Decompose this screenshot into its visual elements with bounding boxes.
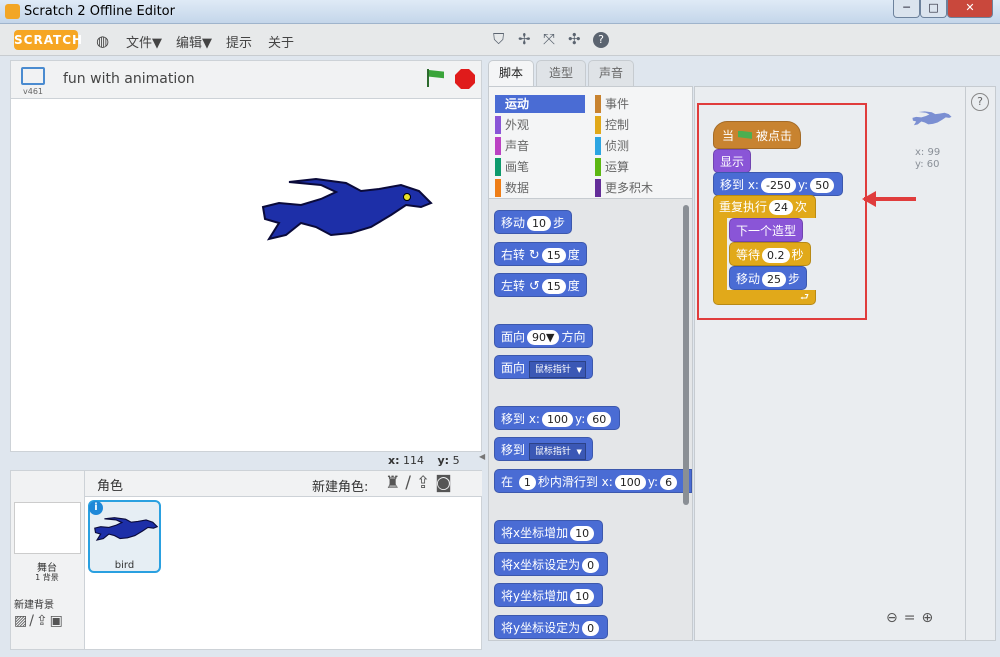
sprite-thumbnail-bird[interactable]: i bird [88, 500, 161, 573]
palette-point-direction-block[interactable]: 面向 90▼ 方向 [494, 324, 593, 348]
coord-x-value: 114 [403, 454, 424, 467]
fullscreen-icon[interactable] [21, 67, 45, 85]
menu-bar: SCRATCH ◍ 文件▼ 编辑▼ 提示 关于 ⛉ ✢ ⤧ ✣ ? [0, 24, 1000, 56]
rotate-right-icon: ↻ [528, 248, 540, 263]
sprite-y-readout: y: 60 [915, 159, 940, 170]
tab-costumes[interactable]: 造型 [536, 60, 586, 86]
sprite-preview-icon [912, 111, 952, 126]
palette-move-block[interactable]: 移动 10 步 [494, 210, 573, 234]
grow-icon[interactable]: ⤧ [543, 30, 555, 48]
repeat-block[interactable]: 重复执行 24 次 [713, 195, 813, 219]
category-list: 运动 外观 声音 画笔 数据 事件 控制 侦测 运算 更多积木 [489, 87, 692, 199]
info-icon[interactable]: i [89, 501, 103, 515]
palette-set-x-block[interactable]: 将x坐标设定为 0 [494, 552, 609, 576]
sprite-x-readout: x: 99 [915, 147, 941, 158]
zoom-in-icon[interactable]: ⊕ [921, 610, 939, 626]
stop-icon[interactable] [455, 69, 475, 89]
green-flag-icon [738, 130, 753, 139]
when-flag-clicked-block[interactable]: 当被点击 [713, 121, 802, 149]
category-control[interactable]: 控制 [595, 116, 687, 134]
menu-about[interactable]: 关于 [268, 32, 294, 51]
sprites-title: 角色 [97, 479, 124, 494]
stage-column: 舞台 1 背景 新建背景 ▨/⇪▣ [11, 471, 85, 649]
shrink-icon[interactable]: ✣ [568, 30, 581, 48]
project-title[interactable]: fun with animation [63, 71, 195, 87]
stage-canvas[interactable] [10, 98, 482, 452]
new-sprite-label: 新建角色: [312, 480, 369, 495]
close-button[interactable]: ✕ [947, 0, 993, 18]
new-backdrop-label: 新建背景 [14, 600, 54, 611]
palette-glide-block[interactable]: 在 1 秒内滑行到 x: 100 y: 6 [494, 469, 692, 493]
backdrop-tools-icon[interactable]: ▨/⇪▣ [14, 613, 65, 629]
minimize-button[interactable]: ─ [893, 0, 920, 18]
coord-y-value: 5 [452, 454, 460, 467]
category-events[interactable]: 事件 [595, 95, 687, 113]
category-col-right: 事件 控制 侦测 运算 更多积木 [595, 95, 687, 197]
category-sensing[interactable]: 侦测 [595, 137, 687, 155]
sprite-name: bird [114, 560, 135, 571]
new-sprite-tools-icon[interactable]: ♜/⇪◙ [385, 473, 457, 493]
coord-y-label: y: [437, 454, 450, 467]
version-label: v461 [23, 87, 44, 96]
coord-x-label: x: [388, 454, 400, 467]
move-steps-block[interactable]: 移动 25 步 [729, 266, 808, 290]
highlight-arrowhead-icon [862, 191, 876, 207]
help-icon[interactable]: ? [971, 93, 989, 111]
zoom-controls: ⊖=⊕ [886, 610, 939, 626]
category-looks[interactable]: 外观 [495, 116, 585, 134]
bird-thumbnail-icon [94, 517, 158, 541]
loop-arrow-icon: ⮐ [800, 292, 809, 303]
palette-turn-left-block[interactable]: 左转 ↺ 15 度 [494, 273, 587, 297]
help-icon[interactable]: ? [593, 32, 609, 48]
duplicate-icon[interactable]: ⛉ [493, 30, 504, 48]
zoom-out-icon[interactable]: ⊖ [886, 610, 904, 626]
goto-xy-block[interactable]: 移到 x: -250 y: 50 [713, 172, 844, 196]
stage-header: v461 fun with animation [10, 60, 482, 98]
palette-set-y-block[interactable]: 将y坐标设定为 0 [494, 615, 609, 639]
category-col-left: 运动 外观 声音 画笔 数据 [495, 95, 585, 197]
zoom-reset-icon[interactable]: = [904, 610, 922, 626]
tab-scripts[interactable]: 脚本 [488, 60, 534, 86]
category-motion[interactable]: 运动 [495, 95, 585, 113]
app-icon [5, 4, 20, 19]
green-flag-icon[interactable] [425, 69, 445, 87]
palette-goto-xy-block[interactable]: 移到 x: 100 y: 60 [494, 406, 621, 430]
category-more-blocks[interactable]: 更多积木 [595, 179, 687, 197]
wait-block[interactable]: 等待 0.2 秒 [729, 242, 811, 266]
palette-change-y-block[interactable]: 将y坐标增加 10 [494, 583, 604, 607]
delete-icon[interactable]: ✢ [518, 30, 531, 48]
tab-sounds[interactable]: 声音 [588, 60, 634, 86]
scratch-logo[interactable]: SCRATCH [14, 30, 82, 50]
globe-icon[interactable]: ◍ [96, 32, 109, 50]
window-titlebar: Scratch 2 Offline Editor ─ □ ✕ [0, 0, 1000, 24]
palette-scrollbar[interactable] [683, 205, 689, 505]
script-area-gutter: ? [966, 86, 996, 641]
stage-bg-count: 1 背景 [35, 573, 59, 582]
mouse-coords: x: 114 y: 5 [388, 454, 460, 467]
rotate-left-icon: ↺ [528, 279, 540, 294]
maximize-button[interactable]: □ [920, 0, 947, 18]
category-operators[interactable]: 运算 [595, 158, 687, 176]
collapse-arrow-icon[interactable]: ◀ [479, 452, 485, 461]
window-title: Scratch 2 Offline Editor [24, 4, 175, 19]
palette-turn-right-block[interactable]: 右转 ↻ 15 度 [494, 242, 587, 266]
next-costume-block[interactable]: 下一个造型 [729, 218, 804, 242]
category-data[interactable]: 数据 [495, 179, 585, 197]
palette-point-towards-block[interactable]: 面向 鼠标指针 [494, 355, 593, 379]
sprite-header: 角色 新建角色: ♜/⇪◙ [85, 471, 482, 497]
category-sound[interactable]: 声音 [495, 137, 585, 155]
menu-edit[interactable]: 编辑▼ [176, 32, 212, 51]
show-block[interactable]: 显示 [713, 149, 752, 173]
palette-goto-block[interactable]: 移到 鼠标指针 [494, 437, 593, 461]
bird-sprite[interactable] [261, 177, 433, 247]
menu-tips[interactable]: 提示 [226, 32, 252, 51]
category-pen[interactable]: 画笔 [495, 158, 585, 176]
menu-file[interactable]: 文件▼ [126, 32, 162, 51]
stage-thumbnail[interactable] [14, 502, 81, 554]
palette-change-x-block[interactable]: 将x坐标增加 10 [494, 520, 604, 544]
